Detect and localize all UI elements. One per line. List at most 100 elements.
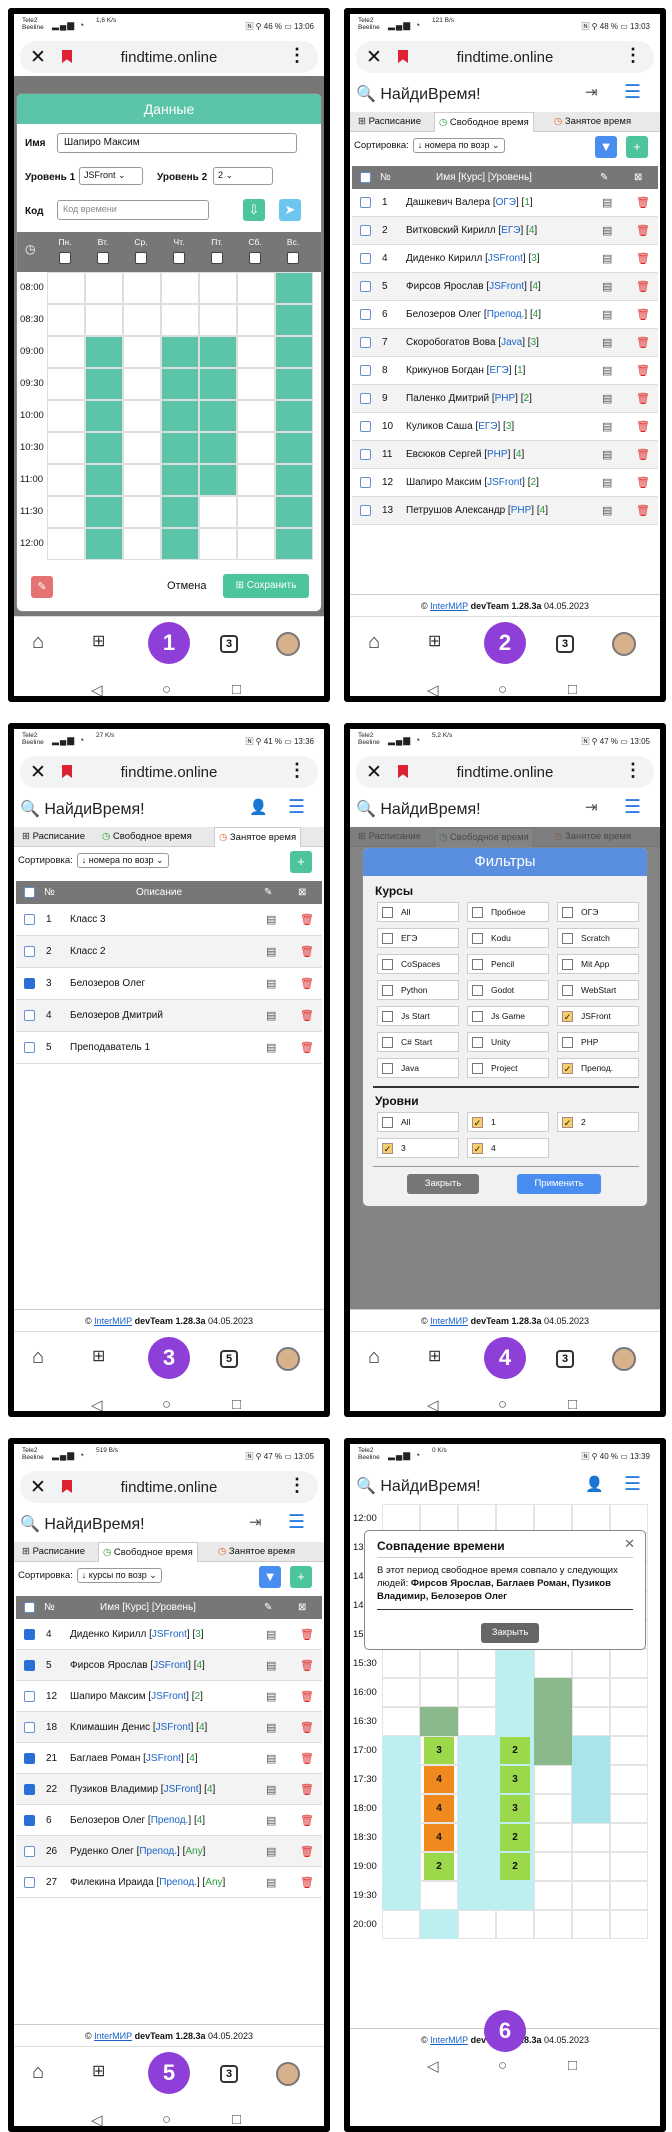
filter-icon[interactable]: ▼: [259, 1566, 281, 1588]
checkbox[interactable]: [382, 984, 393, 996]
day-checkbox[interactable]: [173, 252, 185, 264]
add-icon[interactable]: +: [290, 851, 312, 873]
time-cell[interactable]: [610, 1910, 648, 1939]
time-cell[interactable]: [199, 304, 237, 336]
course-chip[interactable]: All: [377, 902, 459, 922]
tab-count[interactable]: 3: [220, 2065, 238, 2083]
delete-icon[interactable]: 🗑: [636, 217, 650, 244]
recents-icon[interactable]: □: [232, 681, 241, 696]
time-cell[interactable]: [458, 1910, 496, 1939]
time-cell[interactable]: [85, 400, 123, 432]
home-circle-icon[interactable]: ○: [162, 681, 171, 696]
time-cell[interactable]: [458, 1649, 496, 1678]
overlap-count[interactable]: 4: [424, 1766, 454, 1793]
course-chip[interactable]: PHP: [557, 1032, 639, 1052]
time-cell[interactable]: [47, 272, 85, 304]
day-checkbox[interactable]: [249, 252, 261, 264]
edit-icon[interactable]: ▤: [266, 1836, 276, 1866]
save-button[interactable]: ⊞ Сохранить: [223, 574, 309, 598]
edit-icon[interactable]: ▤: [602, 385, 612, 412]
course-chip[interactable]: Pencil: [467, 954, 549, 974]
table-row[interactable]: 21 Баглаев Роман [JSFront] [4] ▤ 🗑: [16, 1743, 322, 1774]
checkbox[interactable]: [472, 1062, 483, 1074]
edit-icon[interactable]: ▤: [266, 968, 276, 999]
delete-icon[interactable]: 🗑: [300, 1650, 314, 1680]
time-cell[interactable]: [275, 336, 313, 368]
back-icon[interactable]: ◁: [427, 681, 439, 696]
time-cell[interactable]: [199, 400, 237, 432]
level-chip[interactable]: ✓ 4: [467, 1138, 549, 1158]
time-cell[interactable]: [420, 1881, 458, 1910]
home-circle-icon[interactable]: ○: [498, 681, 507, 696]
edit-icon[interactable]: ▤: [602, 441, 612, 468]
back-icon[interactable]: ◁: [91, 2111, 103, 2126]
edit-icon[interactable]: ▤: [266, 1681, 276, 1711]
overlap-count[interactable]: 2: [500, 1737, 530, 1764]
course-chip[interactable]: Python: [377, 980, 459, 1000]
time-cell[interactable]: [199, 336, 237, 368]
table-row[interactable]: 22 Пузиков Владимир [JSFront] [4] ▤ 🗑: [16, 1774, 322, 1805]
day-checkbox[interactable]: [59, 252, 71, 264]
time-cell[interactable]: [47, 368, 85, 400]
time-cell[interactable]: [572, 1707, 610, 1736]
intermir-link[interactable]: InterМИР: [430, 2035, 468, 2045]
time-cell[interactable]: [237, 304, 275, 336]
time-cell[interactable]: [237, 496, 275, 528]
apps-grid-icon[interactable]: ⊞: [92, 1346, 105, 1366]
delete-icon[interactable]: 🗑: [636, 497, 650, 524]
time-cell[interactable]: [534, 1794, 572, 1823]
time-cell[interactable]: [47, 528, 85, 560]
time-cell[interactable]: [572, 1649, 610, 1678]
time-cell[interactable]: [610, 1823, 648, 1852]
edit-icon[interactable]: ▤: [266, 904, 276, 935]
time-cell[interactable]: [275, 400, 313, 432]
course-chip[interactable]: WebStart: [557, 980, 639, 1000]
overlap-count[interactable]: 2: [500, 1853, 530, 1880]
time-cell[interactable]: [123, 528, 161, 560]
user-check-icon[interactable]: 👤: [585, 1475, 604, 1493]
delete-icon[interactable]: 🗑: [636, 245, 650, 272]
course-chip[interactable]: Unity: [467, 1032, 549, 1052]
delete-icon[interactable]: 🗑: [636, 301, 650, 328]
table-row[interactable]: 26 Руденко Олег [Препод.] [Any] ▤ 🗑: [16, 1836, 322, 1867]
back-icon[interactable]: ◁: [427, 1396, 439, 1411]
download-icon[interactable]: ⇩: [243, 199, 265, 221]
course-chip[interactable]: Godot: [467, 980, 549, 1000]
edit-icon[interactable]: ▤: [266, 1743, 276, 1773]
table-row[interactable]: 18 Климашин Денис [JSFront] [4] ▤ 🗑: [16, 1712, 322, 1743]
tab-count[interactable]: 3: [556, 1350, 574, 1368]
time-cell[interactable]: [123, 400, 161, 432]
home-icon[interactable]: ⌂: [368, 1346, 380, 1369]
edit-icon[interactable]: ▤: [602, 217, 612, 244]
time-cell[interactable]: [47, 304, 85, 336]
free-block[interactable]: [458, 1736, 496, 1910]
row-checkbox[interactable]: [360, 365, 371, 376]
table-row[interactable]: 11 Евсюков Сергей [PHP] [4] ▤ 🗑: [352, 441, 658, 469]
course-chip[interactable]: C# Start: [377, 1032, 459, 1052]
level-chip[interactable]: ✓ 2: [557, 1112, 639, 1132]
time-cell[interactable]: [85, 464, 123, 496]
overlap-count[interactable]: 3: [424, 1737, 454, 1764]
checkbox[interactable]: [472, 1036, 483, 1048]
checkbox[interactable]: [562, 906, 573, 918]
time-cell[interactable]: [382, 1649, 420, 1678]
table-row[interactable]: 2 Класс 2 ▤ 🗑: [16, 936, 322, 968]
time-cell[interactable]: [237, 400, 275, 432]
tab-count[interactable]: 3: [556, 635, 574, 653]
day-checkbox[interactable]: [287, 252, 299, 264]
user-check-icon[interactable]: 👤: [249, 798, 268, 816]
table-row[interactable]: 12 Шапиро Максим [JSFront] [2] ▤ 🗑: [352, 469, 658, 497]
row-checkbox[interactable]: [24, 1659, 35, 1671]
time-cell[interactable]: [610, 1765, 648, 1794]
home-icon[interactable]: ⌂: [32, 631, 44, 654]
menu-dots-icon[interactable]: ⋮: [624, 760, 642, 781]
time-cell[interactable]: [275, 368, 313, 400]
time-cell[interactable]: [572, 1852, 610, 1881]
hamburger-icon[interactable]: ☰: [624, 1473, 641, 1496]
apps-grid-icon[interactable]: ⊞: [92, 2061, 105, 2081]
tab-free-time[interactable]: ◷ Свободное время: [98, 1542, 198, 1562]
time-cell[interactable]: [123, 368, 161, 400]
add-icon[interactable]: +: [626, 136, 648, 158]
course-chip[interactable]: Js Game: [467, 1006, 549, 1026]
avatar[interactable]: [276, 2062, 300, 2086]
